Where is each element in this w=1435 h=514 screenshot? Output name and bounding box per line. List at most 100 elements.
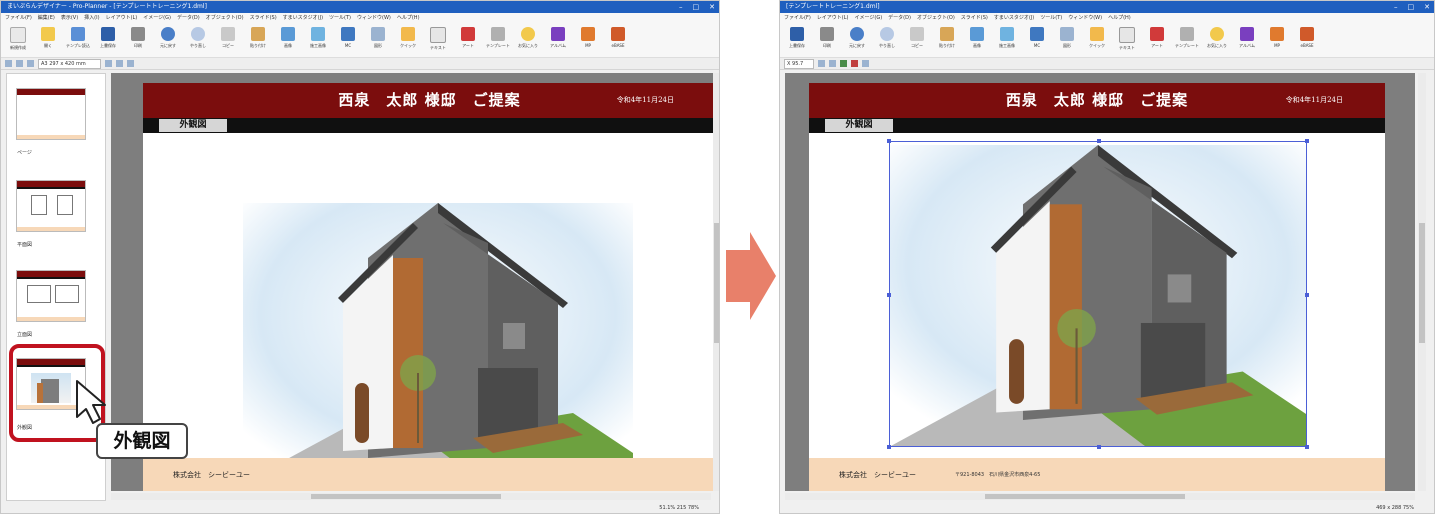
ribbon-button-paste[interactable]: 貼り付け [934,24,960,57]
ribbon-button-ebase[interactable]: eBASE [1294,24,1320,57]
rectangle-icon[interactable] [115,60,123,67]
resize-handle[interactable] [1305,139,1309,143]
canvas-area[interactable]: 西泉 太郎 様邸 ご提案 令和4年11月24日 外観図 [785,73,1415,491]
ribbon-button-redo[interactable]: やり直し [185,24,211,57]
x-position-field[interactable]: X 95.7 [784,58,815,69]
minimize-icon[interactable]: – [1394,1,1398,13]
menu-studio[interactable]: すまいスタジオ(J) [994,13,1034,24]
menu-layout[interactable]: レイアウト(L) [106,13,138,24]
ribbon-button-mc[interactable]: MC [335,24,361,57]
fill-color-icon[interactable] [840,60,848,67]
menu-image[interactable]: イメージ(G) [854,13,882,24]
minimize-icon[interactable]: – [679,1,683,13]
menu-data[interactable]: データ(D) [177,13,200,24]
menu-view[interactable]: 表示(V) [61,13,78,24]
bring-front-icon[interactable] [862,60,870,67]
menu-slide[interactable]: スライド(S) [250,13,277,24]
document-page[interactable]: 西泉 太郎 様邸 ご提案 令和4年11月24日 外観図 [809,83,1385,491]
ribbon-button-art[interactable]: アート [1144,24,1170,57]
resize-handle[interactable] [1305,293,1309,297]
maximize-icon[interactable]: □ [693,1,700,13]
menu-image[interactable]: イメージ(G) [143,13,171,24]
ribbon-button-image[interactable]: 画像 [275,24,301,57]
resize-handle[interactable] [1097,139,1101,143]
horizontal-scrollbar[interactable] [785,493,1415,500]
ribbon-button-template[interactable]: テンプレート [1174,24,1200,57]
ribbon-button-print[interactable]: 印刷 [125,24,151,57]
ribbon-button-construction-image[interactable]: 施工画像 [994,24,1020,57]
ribbon-button-image[interactable]: 画像 [964,24,990,57]
menu-object[interactable]: オブジェクト(O) [917,13,955,24]
menu-edit[interactable]: 編集(E) [38,13,55,24]
menu-tools[interactable]: ツール(T) [1040,13,1062,24]
menu-tools[interactable]: ツール(T) [329,13,351,24]
page-thumbnail[interactable] [16,88,86,140]
close-icon[interactable]: ✕ [709,1,715,13]
ribbon-button-shape[interactable]: 図形 [1054,24,1080,57]
ribbon-button-open[interactable]: 開く [35,24,61,57]
canvas-area[interactable]: 西泉 太郎 様邸 ご提案 令和4年11月24日 外観図 [111,73,716,491]
ribbon-button-construction-image[interactable]: 施工画像 [305,24,331,57]
zoom-out-icon[interactable] [27,60,34,67]
resize-handle[interactable] [887,293,891,297]
ribbon-button-template[interactable]: テンプレート [485,24,511,57]
elevation-thumbnail[interactable] [16,270,86,322]
menu-help[interactable]: ヘルプ(H) [1108,13,1131,24]
house-rendering[interactable] [243,203,633,483]
ribbon-button-copy[interactable]: コピー [215,24,241,57]
floor-plan-thumbnail[interactable] [16,180,86,232]
ribbon-button-template-load[interactable]: テンプレ読込 [65,24,91,57]
resize-handle[interactable] [1097,445,1101,449]
ribbon-button-album[interactable]: アルバム [1234,24,1260,57]
ribbon-button-favorite[interactable]: お気に入り [1204,24,1230,57]
ribbon-button-art[interactable]: アート [455,24,481,57]
resize-handle[interactable] [887,139,891,143]
page-label-floor-plan[interactable]: 平面図 [17,241,32,248]
menu-window[interactable]: ウィンドウ(W) [357,13,391,24]
ribbon-button-save[interactable]: 上書保存 [95,24,121,57]
ribbon-button-undo[interactable]: 元に戻す [155,24,181,57]
ribbon-button-new[interactable]: 新規作成 [5,24,31,57]
menu-window[interactable]: ウィンドウ(W) [1068,13,1102,24]
line-icon[interactable] [126,60,134,67]
ribbon-button-album[interactable]: アルバム [545,24,571,57]
paper-size-select[interactable]: A3 297 x 420 mm [38,58,101,69]
rotate-icon[interactable] [829,60,837,67]
grid-icon[interactable] [5,60,12,67]
selection-box[interactable] [887,139,1309,449]
ribbon-button-save[interactable]: 上書保存 [784,24,810,57]
size-icon[interactable] [818,60,826,67]
ribbon-button-favorite[interactable]: お気に入り [515,24,541,57]
ribbon-button-shape[interactable]: 図形 [365,24,391,57]
menu-file[interactable]: ファイル(F) [5,13,32,24]
ribbon-button-mp[interactable]: MP [575,24,601,57]
ribbon-button-mc[interactable]: MC [1024,24,1050,57]
ribbon-button-ebase[interactable]: eBASE [605,24,631,57]
ribbon-button-paste[interactable]: 貼り付け [245,24,271,57]
ribbon-button-copy[interactable]: コピー [904,24,930,57]
menu-layout[interactable]: レイアウト(L) [817,13,849,24]
resize-handle[interactable] [1305,445,1309,449]
close-icon[interactable]: ✕ [1424,1,1430,13]
vertical-scrollbar[interactable] [713,73,719,491]
align-icon[interactable] [104,60,112,67]
ribbon-button-mp[interactable]: MP [1264,24,1290,57]
menu-file[interactable]: ファイル(F) [784,13,811,24]
ribbon-button-redo[interactable]: やり直し [874,24,900,57]
ribbon-button-text[interactable]: テキスト [425,24,451,57]
menu-studio[interactable]: すまいスタジオ(J) [283,13,323,24]
ribbon-button-quick[interactable]: クイック [395,24,421,57]
ribbon-button-text[interactable]: テキスト [1114,24,1140,57]
menu-slide[interactable]: スライド(S) [961,13,988,24]
zoom-in-icon[interactable] [16,60,23,67]
menu-data[interactable]: データ(D) [888,13,911,24]
ribbon-button-print[interactable]: 印刷 [814,24,840,57]
line-color-icon[interactable] [851,60,859,67]
horizontal-scrollbar[interactable] [111,493,711,500]
page-label-elevation[interactable]: 立面図 [17,331,32,338]
resize-handle[interactable] [887,445,891,449]
menu-object[interactable]: オブジェクト(O) [206,13,244,24]
menu-help[interactable]: ヘルプ(H) [397,13,420,24]
document-page[interactable]: 西泉 太郎 様邸 ご提案 令和4年11月24日 外観図 [143,83,716,491]
ribbon-button-undo[interactable]: 元に戻す [844,24,870,57]
